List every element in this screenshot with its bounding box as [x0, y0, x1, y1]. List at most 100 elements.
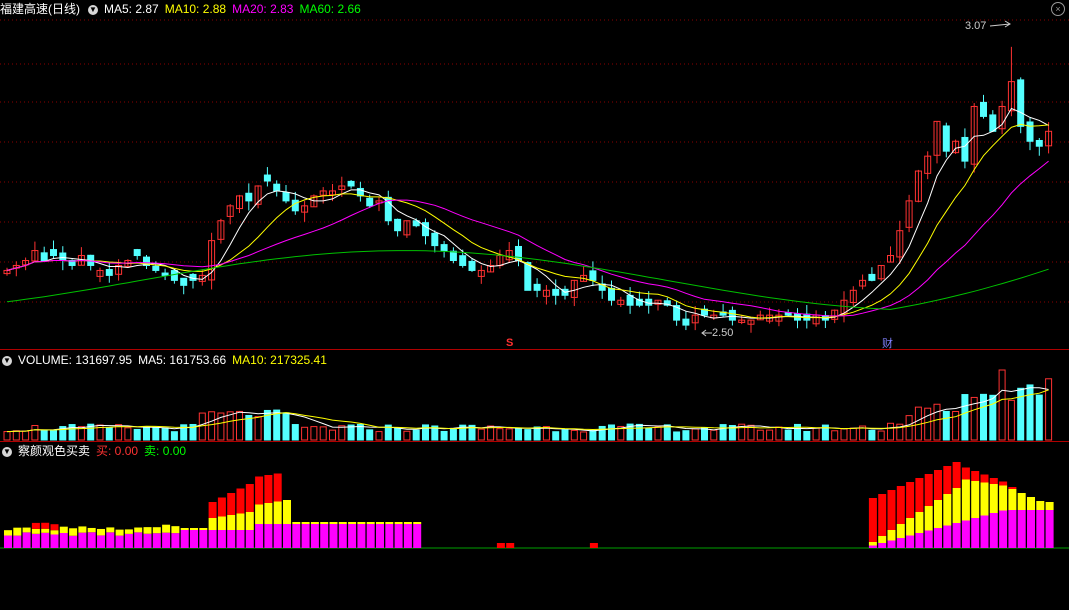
- magenta-bar: [69, 535, 78, 548]
- volume-bar: [608, 424, 615, 441]
- price-pane[interactable]: [0, 0, 1069, 350]
- volume-bar: [1007, 399, 1015, 441]
- red-bar: [227, 493, 236, 515]
- volume-bar: [756, 429, 764, 441]
- yellow-bar: [180, 528, 189, 530]
- volume-bar: [124, 427, 132, 441]
- magenta-bar: [115, 535, 124, 548]
- event-marker-finance[interactable]: 财: [882, 335, 893, 351]
- volume-bar: [505, 428, 513, 441]
- yellow-bar: [934, 500, 942, 528]
- magenta-bar: [4, 535, 12, 548]
- candle-body: [728, 309, 736, 321]
- yellow-bar: [310, 522, 319, 524]
- magenta-bar: [31, 533, 40, 548]
- volume-bar: [40, 429, 48, 441]
- magenta-bar: [952, 523, 961, 548]
- volume-bar: [403, 430, 411, 441]
- volume-bar: [226, 411, 234, 441]
- magenta-bar: [1008, 510, 1017, 548]
- yellow-bar: [915, 512, 924, 533]
- yellow-bar: [199, 528, 208, 530]
- red-bar: [989, 478, 998, 484]
- indicator-chart[interactable]: [0, 442, 1069, 610]
- magenta-bar: [264, 524, 273, 548]
- volume-bar: [524, 429, 532, 441]
- yellow-bar: [338, 522, 347, 524]
- candle-body: [431, 232, 439, 247]
- volume-bar: [710, 429, 718, 441]
- candle-body: [459, 255, 467, 266]
- candle-body: [366, 197, 374, 207]
- magenta-bar: [50, 534, 59, 548]
- volume-bar: [635, 423, 643, 441]
- magenta-bar: [394, 524, 403, 548]
- yellow-bar: [292, 522, 301, 524]
- magenta-bar: [366, 524, 375, 548]
- yellow-bar: [357, 522, 366, 524]
- volume-bar: [812, 427, 820, 441]
- yellow-bar: [999, 485, 1008, 511]
- indicator-pane[interactable]: [0, 442, 1069, 610]
- candle-body: [468, 260, 476, 271]
- volume-bar: [1026, 384, 1034, 441]
- red-bar: [943, 466, 952, 494]
- yellow-bar: [980, 482, 989, 516]
- yellow-bar: [162, 524, 171, 533]
- magenta-bar: [961, 520, 970, 548]
- candle-body: [105, 269, 113, 276]
- volume-bar: [161, 427, 169, 441]
- magenta-bar: [41, 532, 50, 548]
- yellow-bar: [868, 542, 877, 546]
- volume-bar: [170, 431, 178, 441]
- yellow-bar: [115, 529, 124, 536]
- yellow-bar: [971, 481, 980, 518]
- red-bar: [952, 462, 961, 488]
- yellow-bar: [22, 527, 31, 533]
- yellow-bar: [283, 500, 291, 524]
- magenta-bar: [376, 524, 384, 548]
- volume-bar: [766, 429, 774, 441]
- yellow-bar: [887, 530, 896, 541]
- high-label: 3.07: [965, 20, 987, 32]
- yellow-bar: [78, 526, 87, 533]
- volume-bar: [561, 429, 569, 441]
- yellow-bar: [952, 488, 961, 523]
- volume-bar: [961, 394, 969, 441]
- volume-bar: [254, 416, 262, 441]
- yellow-bar: [348, 522, 357, 524]
- red-bar: [896, 486, 905, 524]
- candle-body: [180, 277, 188, 286]
- red-bar: [31, 522, 40, 529]
- yellow-bar: [1045, 502, 1054, 510]
- red-bar: [50, 524, 59, 531]
- yellow-bar: [989, 484, 998, 513]
- candle-body: [152, 265, 160, 271]
- yellow-bar: [320, 522, 329, 524]
- yellow-bar: [943, 494, 952, 526]
- candle-body: [50, 249, 57, 257]
- yellow-bar: [152, 527, 161, 534]
- magenta-bar: [906, 535, 915, 548]
- candle-body: [394, 218, 402, 232]
- red-bar: [496, 543, 505, 548]
- red-bar: [208, 502, 217, 518]
- yellow-bar: [301, 522, 310, 524]
- volume-bar: [803, 430, 811, 441]
- candle-body: [942, 125, 950, 152]
- volume-chart[interactable]: [0, 350, 1069, 442]
- magenta-bar: [980, 515, 989, 548]
- volume-bar: [868, 429, 876, 441]
- volume-pane[interactable]: [0, 350, 1069, 442]
- magenta-bar: [283, 524, 291, 548]
- volume-bar: [422, 424, 429, 441]
- yellow-bar: [366, 522, 375, 524]
- event-marker-s[interactable]: S: [506, 337, 513, 349]
- candle-body: [273, 183, 281, 192]
- magenta-bar: [106, 532, 115, 548]
- candlestick-chart[interactable]: [0, 0, 1069, 350]
- candle-body: [59, 252, 67, 262]
- candle-body: [161, 272, 169, 276]
- yellow-bar: [385, 522, 394, 524]
- magenta-bar: [915, 533, 924, 548]
